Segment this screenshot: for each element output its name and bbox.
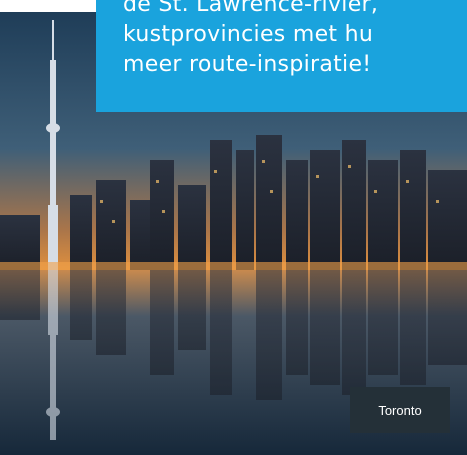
intro-text-panel: de St. Lawrence-rivier, kustprovincies m…: [96, 0, 467, 112]
intro-line-3: meer route-inspiratie!: [123, 52, 372, 77]
intro-line-1: de St. Lawrence-rivier,: [123, 0, 379, 17]
white-corner-tab: [0, 0, 96, 12]
intro-line-2: kustprovincies met hu: [123, 22, 374, 47]
photo-caption-badge: Toronto: [350, 387, 450, 433]
photo-caption-text: Toronto: [378, 402, 422, 418]
